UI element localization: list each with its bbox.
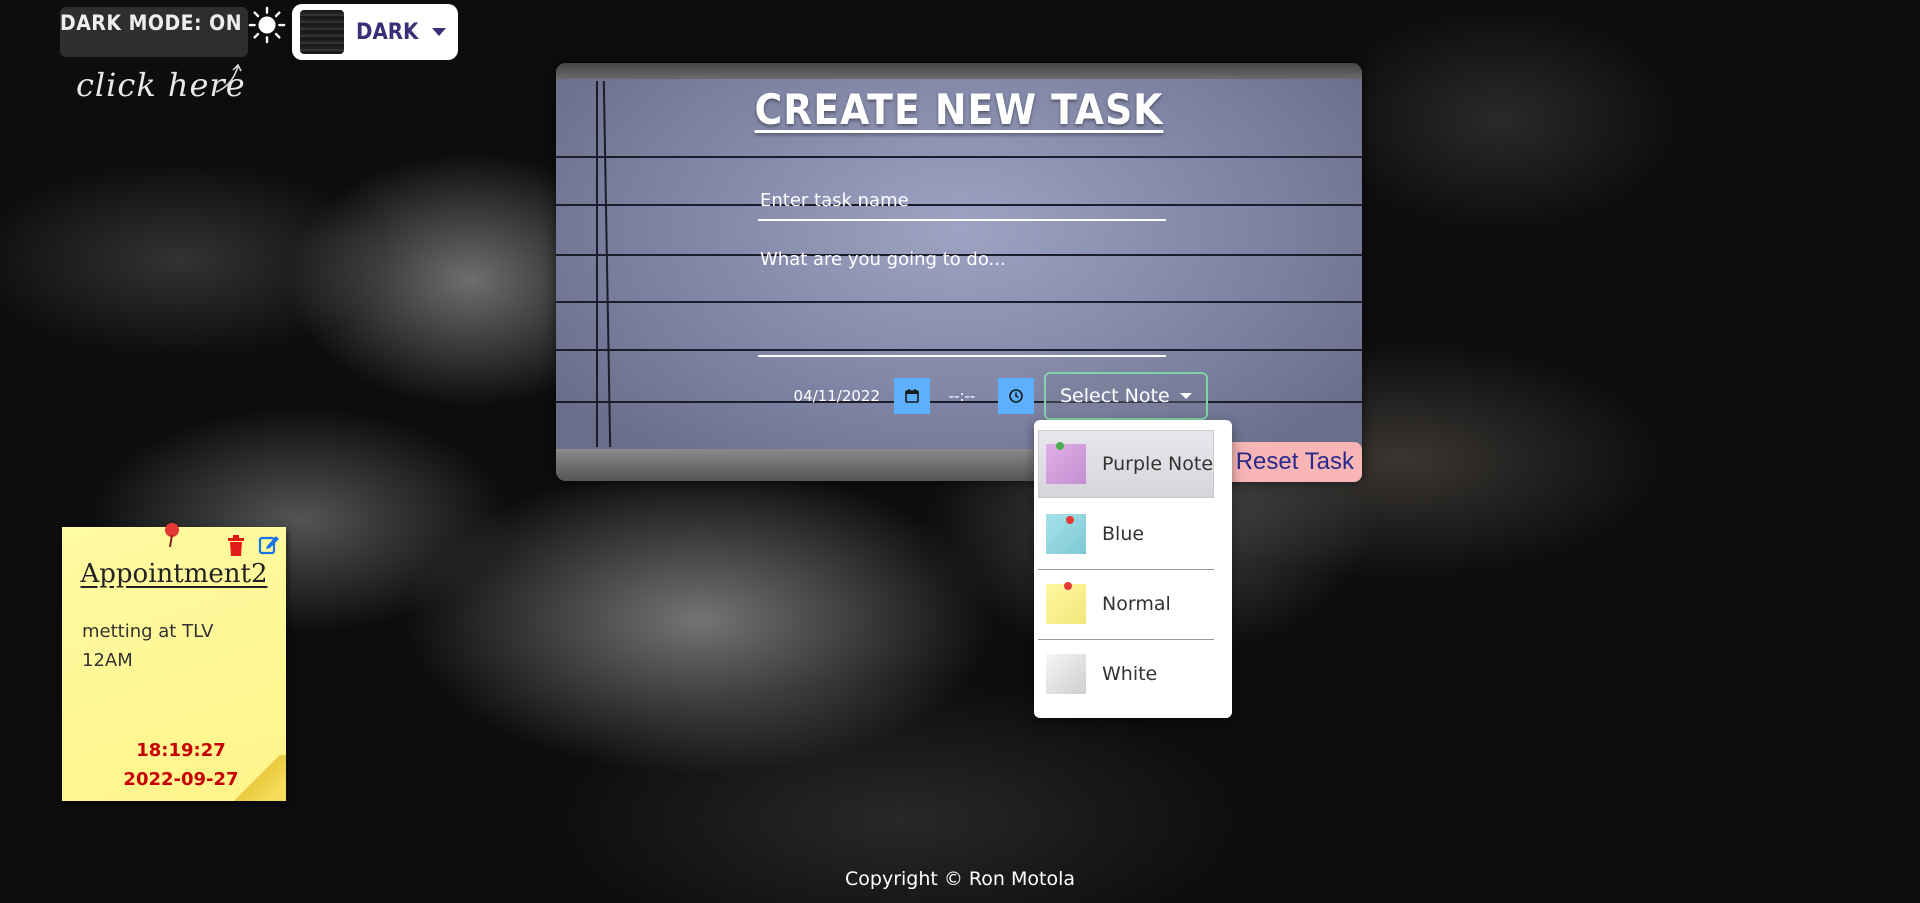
dark-mode-widget: DARK MODE: ON DARK <box>60 4 459 60</box>
menu-item-label: Normal <box>1102 593 1171 615</box>
clock-icon <box>1009 389 1023 403</box>
menu-item-blue-note[interactable]: Blue <box>1038 500 1214 568</box>
date-input[interactable]: 04/11/2022 <box>774 387 880 405</box>
time-input[interactable]: --:-- <box>936 387 988 405</box>
calendar-icon <box>905 389 919 403</box>
edit-icon[interactable] <box>258 533 280 555</box>
menu-item-label: Blue <box>1102 523 1145 545</box>
task-description-input[interactable] <box>758 245 1166 357</box>
form-title: CREATE NEW TASK <box>754 85 1164 134</box>
white-note-icon <box>1046 654 1086 694</box>
menu-item-label: White <box>1102 663 1158 685</box>
create-task-card: CREATE NEW TASK 04/11/2022 --:-- Select … <box>556 63 1362 481</box>
clock-button[interactable] <box>998 378 1034 414</box>
task-sticky-note: Appointment2 metting at TLV 12AM 18:19:2… <box>62 523 286 801</box>
blue-note-icon <box>1046 514 1086 554</box>
theme-thumbnail <box>300 10 345 54</box>
menu-item-white-note[interactable]: White <box>1038 640 1214 708</box>
purple-note-icon <box>1046 442 1086 484</box>
hint-arrow-icon <box>215 63 242 93</box>
menu-item-normal-note[interactable]: Normal <box>1038 570 1214 638</box>
select-note-dropdown[interactable]: Select Note <box>1044 372 1208 420</box>
sun-icon[interactable] <box>248 6 286 44</box>
select-note-label: Select Note <box>1060 385 1170 407</box>
date-time-row: 04/11/2022 --:-- Select Note <box>774 372 1208 420</box>
trash-icon[interactable] <box>226 535 246 557</box>
note-type-menu: Purple Note Blue Normal White <box>1034 420 1232 718</box>
theme-name: DARK <box>356 19 419 45</box>
dark-mode-label: DARK MODE: ON <box>60 7 249 57</box>
page-curl <box>230 755 286 801</box>
card-top-edge <box>556 63 1362 79</box>
paper-rule <box>556 156 1362 158</box>
task-name-input[interactable] <box>758 181 1166 221</box>
task-description-line: 12AM <box>82 650 133 671</box>
task-title: Appointment2 <box>80 559 268 589</box>
chevron-down-icon <box>432 28 447 36</box>
margin-line <box>596 81 598 447</box>
menu-item-purple-note[interactable]: Purple Note <box>1038 430 1214 498</box>
calendar-button[interactable] <box>894 378 930 414</box>
task-description-line: metting at TLV <box>82 621 214 642</box>
chevron-down-icon <box>1179 393 1192 399</box>
yellow-note-icon <box>1046 582 1086 624</box>
task-description: metting at TLV 12AM <box>82 617 262 675</box>
margin-line <box>602 81 612 447</box>
reset-task-button[interactable]: Reset Task <box>1218 442 1362 482</box>
pushpin-icon <box>165 523 179 548</box>
theme-select-dropdown[interactable]: DARK <box>292 4 459 60</box>
footer-copyright: Copyright © Ron Motola <box>845 868 1075 890</box>
menu-item-label: Purple Note <box>1102 453 1214 475</box>
